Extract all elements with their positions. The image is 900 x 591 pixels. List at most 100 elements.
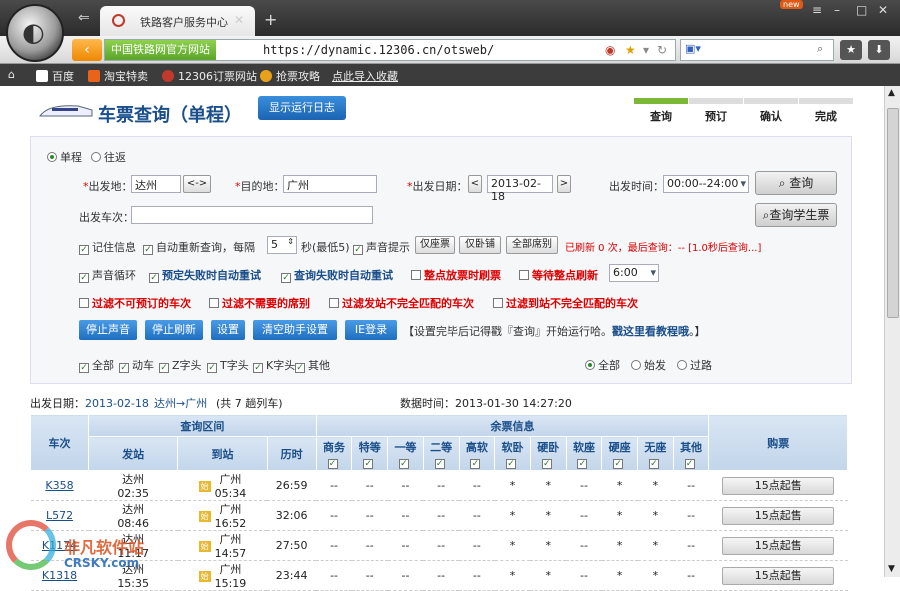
- seat-filter-checkbox[interactable]: ✓: [613, 458, 624, 469]
- one-way-radio[interactable]: 单程: [47, 149, 82, 165]
- favorites-icon[interactable]: ★: [840, 40, 862, 60]
- seat-filter-checkbox[interactable]: ✓: [363, 458, 374, 469]
- time-select[interactable]: 00:00--24:00 ▾: [663, 175, 749, 193]
- refresh-icon[interactable]: ↻: [657, 43, 667, 57]
- back-button[interactable]: ‹: [72, 39, 102, 61]
- scroll-up-icon[interactable]: ▲: [888, 88, 895, 98]
- query-button[interactable]: ⌕ 查询: [755, 171, 837, 195]
- wait-point-checkbox[interactable]: 等待整点刷新: [519, 267, 598, 283]
- browser-logo[interactable]: ◐: [6, 4, 64, 62]
- seat-filter-checkbox[interactable]: ✓: [648, 458, 659, 469]
- auto-retry-book-checkbox[interactable]: ✓ 预定失败时自动重试: [149, 267, 261, 283]
- search-icon[interactable]: ⌕: [817, 42, 823, 56]
- wait-time-select[interactable]: 6:00 ▾: [609, 264, 659, 282]
- dropdown-icon[interactable]: ▾: [643, 43, 649, 57]
- close-window-icon[interactable]: ✕: [878, 3, 888, 17]
- filter-from-checkbox[interactable]: 过滤发站不完全匹配的车次: [329, 295, 474, 311]
- seat-col-9[interactable]: 无座 ✓: [637, 436, 674, 471]
- auto-retry-query-checkbox[interactable]: ✓ 查询失败时自动重试: [281, 267, 393, 283]
- sound-checkbox[interactable]: ✓ 声音提示: [353, 239, 410, 255]
- browser-tab[interactable]: 铁路客户服务中心: [100, 6, 255, 36]
- vertical-scrollbar[interactable]: ▲ ▼: [884, 86, 900, 577]
- prev-date-button[interactable]: <: [468, 175, 482, 193]
- seat-filter-checkbox[interactable]: ✓: [506, 458, 517, 469]
- type-all-checkbox[interactable]: ✓ 全部: [79, 357, 114, 373]
- seat-filter-checkbox[interactable]: ✓: [470, 458, 481, 469]
- student-ticket-button[interactable]: ⌕查询学生票: [755, 203, 837, 227]
- seat-col-10[interactable]: 其他 ✓: [672, 436, 710, 471]
- maximize-icon[interactable]: □: [856, 3, 867, 17]
- menu-icon[interactable]: ≡: [812, 3, 822, 17]
- security-icon[interactable]: ◉: [605, 43, 615, 57]
- filter-to-checkbox[interactable]: 过滤到站不完全匹配的车次: [493, 295, 638, 311]
- seat-filter-checkbox[interactable]: ✓: [684, 458, 695, 469]
- ie-login-button[interactable]: IE登录: [345, 320, 397, 340]
- swap-stations-button[interactable]: <->: [183, 175, 211, 193]
- tutorial-link[interactable]: 戳这里看教程哦: [612, 325, 689, 338]
- buy-button[interactable]: 15点起售: [722, 566, 835, 585]
- buy-button[interactable]: 15点起售: [722, 476, 835, 495]
- all-seat-button[interactable]: 全部席别: [506, 236, 558, 254]
- station-all-radio[interactable]: 全部: [585, 357, 620, 373]
- seat-filter-checkbox[interactable]: ✓: [577, 458, 588, 469]
- seat-col-3[interactable]: 二等 ✓: [422, 436, 460, 471]
- buy-button[interactable]: 15点起售: [722, 536, 835, 555]
- seat-col-4[interactable]: 高软 ✓: [458, 436, 496, 471]
- train-number-link[interactable]: K358: [45, 479, 73, 492]
- back-arrow-icon[interactable]: ⇐: [78, 10, 90, 26]
- seat-col-0[interactable]: 商务 ✓: [315, 436, 353, 471]
- seat-filter-checkbox[interactable]: ✓: [398, 458, 409, 469]
- filter-unbookable-checkbox[interactable]: 过滤不可预订的车次: [79, 295, 191, 311]
- sound-loop-checkbox[interactable]: ✓ 声音循环: [79, 267, 136, 283]
- station-start-radio[interactable]: 始发: [631, 357, 666, 373]
- show-log-button[interactable]: 显示运行日志: [258, 96, 346, 120]
- favorite-star-icon[interactable]: ★: [625, 43, 636, 57]
- station-pass-radio[interactable]: 过路: [677, 357, 712, 373]
- type-other-checkbox[interactable]: ✓ 其他: [295, 357, 330, 373]
- bookmark-strategy[interactable]: 抢票攻略: [260, 68, 320, 84]
- seat-col-8[interactable]: 硬座 ✓: [601, 436, 639, 471]
- round-trip-radio[interactable]: 往返: [91, 149, 126, 165]
- train-number-input[interactable]: [131, 206, 373, 224]
- bookmark-baidu[interactable]: 百度: [36, 68, 74, 84]
- only-sleeper-button[interactable]: 仅卧铺: [459, 236, 501, 254]
- address-bar[interactable]: 中国铁路网官方网站 https://dynamic.12306.cn/otswe…: [104, 39, 676, 61]
- stop-refresh-button[interactable]: 停止刷新: [145, 320, 203, 340]
- import-favorites-link[interactable]: 点此导入收藏: [332, 68, 398, 84]
- bookmark-taobao[interactable]: 淘宝特卖: [88, 68, 148, 84]
- type-t-checkbox[interactable]: ✓ T字头: [207, 357, 249, 373]
- stop-sound-button[interactable]: 停止声音: [79, 320, 137, 340]
- type-z-checkbox[interactable]: ✓ Z字头: [159, 357, 202, 373]
- scroll-thumb[interactable]: [887, 108, 899, 318]
- next-date-button[interactable]: >: [557, 175, 571, 193]
- seat-col-6[interactable]: 硬卧 ✓: [529, 436, 567, 471]
- new-tab-icon[interactable]: +: [264, 10, 277, 29]
- seat-col-1[interactable]: 特等 ✓: [351, 436, 389, 471]
- type-k-checkbox[interactable]: ✓ K字头: [253, 357, 295, 373]
- search-box[interactable]: ▣▾ ⌕: [680, 39, 834, 61]
- minimize-icon[interactable]: –: [834, 3, 840, 17]
- seat-filter-checkbox[interactable]: ✓: [327, 458, 338, 469]
- seat-filter-checkbox[interactable]: ✓: [434, 458, 445, 469]
- seat-filter-checkbox[interactable]: ✓: [541, 458, 552, 469]
- search-engine-icon[interactable]: ▣▾: [685, 42, 701, 55]
- seat-col-5[interactable]: 软卧 ✓: [494, 436, 531, 471]
- download-icon[interactable]: ⬇: [868, 40, 890, 60]
- clear-settings-button[interactable]: 清空助手设置: [253, 320, 337, 340]
- interval-stepper[interactable]: 5 ⇕: [267, 236, 297, 254]
- url-text[interactable]: https://dynamic.12306.cn/otsweb/: [263, 43, 494, 57]
- bookmark-12306[interactable]: 12306订票网站: [162, 68, 257, 84]
- scroll-down-icon[interactable]: ▼: [888, 564, 895, 574]
- date-input[interactable]: 2013-02-18: [487, 175, 553, 203]
- home-icon[interactable]: ⌂: [8, 68, 15, 81]
- settings-button[interactable]: 设置: [211, 320, 245, 340]
- seat-col-7[interactable]: 软座 ✓: [565, 436, 603, 471]
- filter-seat-checkbox[interactable]: 过滤不需要的席别: [209, 295, 310, 311]
- seat-col-2[interactable]: 一等 ✓: [387, 436, 424, 471]
- buy-button[interactable]: 15点起售: [722, 506, 835, 525]
- from-station-input[interactable]: 达州: [131, 175, 181, 193]
- type-emu-checkbox[interactable]: ✓ 动车: [119, 357, 154, 373]
- to-station-input[interactable]: 广州: [283, 175, 377, 193]
- remember-checkbox[interactable]: ✓ 记住信息: [79, 239, 136, 255]
- tab-close-icon[interactable]: ✕: [234, 13, 244, 27]
